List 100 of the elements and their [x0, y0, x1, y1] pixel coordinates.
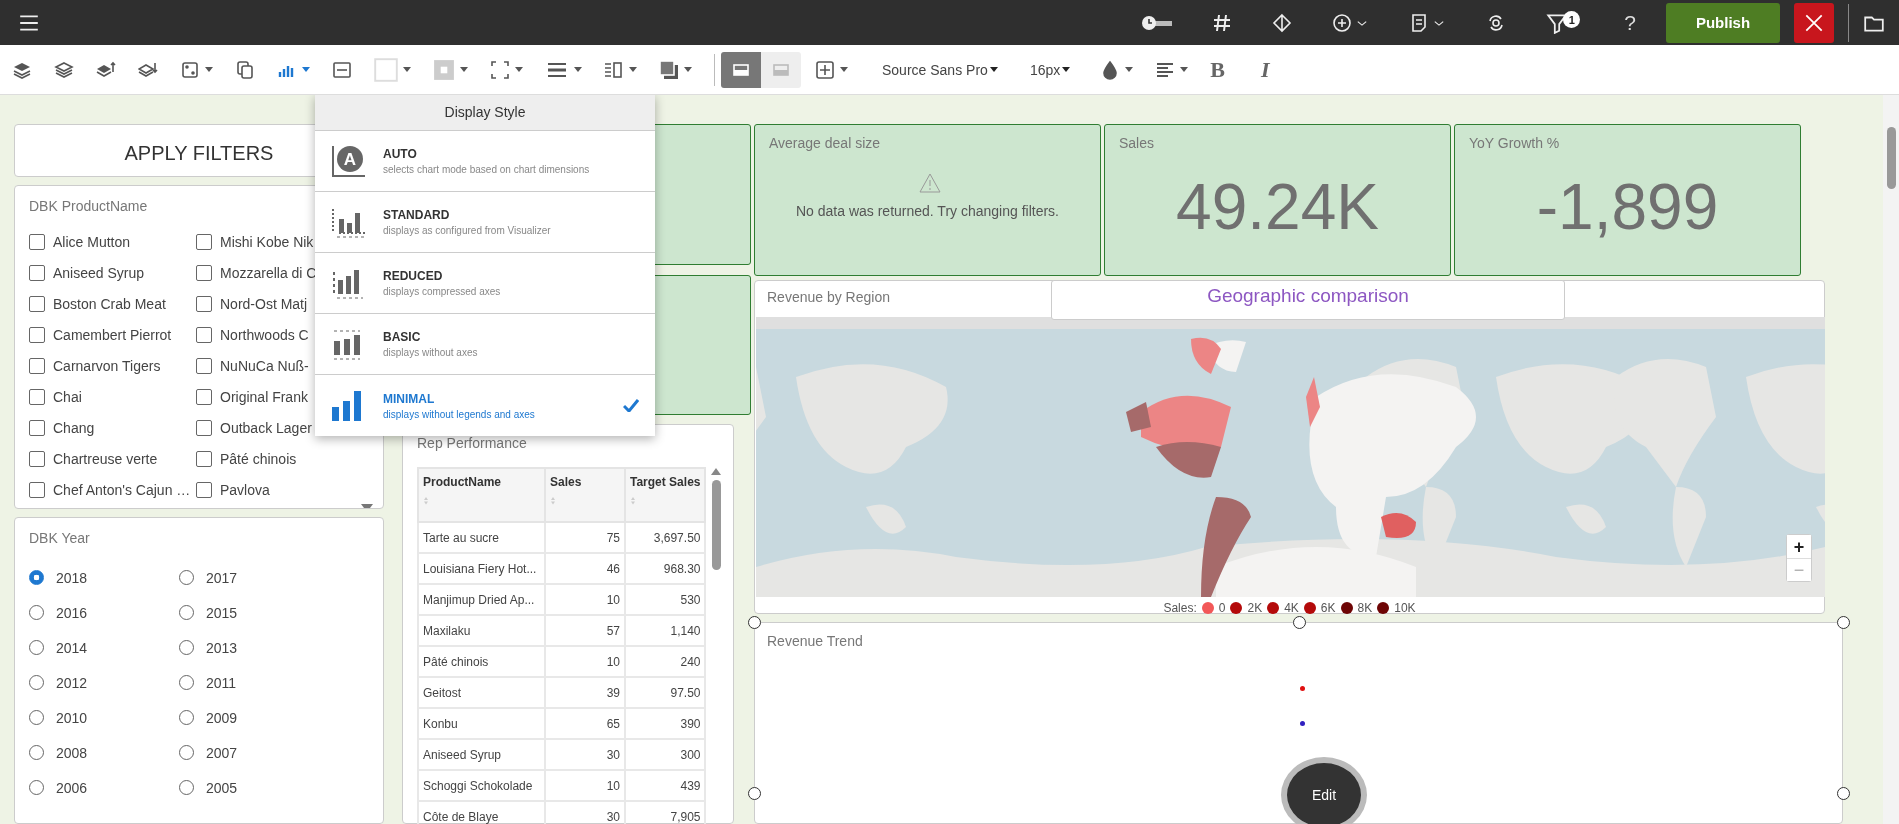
diamond-icon[interactable]	[1272, 12, 1293, 33]
italic-button[interactable]: I	[1261, 56, 1270, 83]
dashed-frame-icon[interactable]	[490, 59, 510, 80]
column-header[interactable]: ProductName	[423, 475, 502, 489]
menu-option[interactable]: REDUCED displays compressed axes	[315, 253, 655, 314]
radio-option[interactable]: 2013	[179, 637, 329, 658]
checkbox[interactable]	[196, 234, 212, 251]
checkbox-option[interactable]: Alice Mutton	[29, 232, 196, 253]
move-icon[interactable]	[815, 59, 835, 80]
checkbox[interactable]	[196, 265, 212, 282]
caret-icon[interactable]	[629, 67, 637, 72]
checkbox-option[interactable]: Boston Crab Meat	[29, 294, 196, 315]
scrollbar-thumb[interactable]	[712, 480, 721, 570]
resize-handle[interactable]	[748, 787, 761, 800]
radio-option[interactable]: 2007	[179, 742, 329, 763]
resize-handle[interactable]	[1837, 616, 1850, 629]
checkbox[interactable]	[29, 327, 45, 344]
checkbox[interactable]	[29, 358, 45, 375]
hash-icon[interactable]	[1212, 12, 1233, 33]
checkbox-option[interactable]: Pâté chinois	[196, 449, 363, 470]
checkbox[interactable]	[29, 420, 45, 437]
menu-option[interactable]: MINIMAL displays without legends and axes	[315, 375, 655, 436]
radio-option[interactable]: 2015	[179, 602, 329, 623]
resize-handle[interactable]	[748, 616, 761, 629]
caret-icon[interactable]	[840, 67, 848, 72]
caret-icon[interactable]	[205, 67, 213, 72]
dice-icon[interactable]	[180, 59, 200, 80]
checkbox[interactable]	[29, 482, 45, 499]
shadow-square-icon[interactable]	[659, 59, 679, 80]
layout-toggle[interactable]	[761, 51, 801, 88]
caret-icon[interactable]	[1125, 67, 1134, 72]
layers-icon[interactable]	[54, 59, 74, 80]
radio-option[interactable]: 2009	[179, 707, 329, 728]
checkbox-option[interactable]: Chef Anton's Cajun …	[29, 480, 196, 501]
bold-button[interactable]: B	[1210, 56, 1226, 83]
checkbox[interactable]	[29, 265, 45, 282]
radio-option[interactable]: 2016	[29, 602, 179, 623]
caret-icon[interactable]	[515, 67, 523, 72]
radio-option[interactable]: 2014	[29, 637, 179, 658]
menu-option[interactable]: A AUTO selects chart mode based on chart dimensions	[315, 131, 655, 192]
table-cell: 30	[606, 747, 620, 762]
plus-circle-icon[interactable]	[1332, 12, 1353, 33]
radio-option[interactable]: 2005	[179, 777, 329, 798]
caret-icon[interactable]	[574, 67, 582, 72]
caret-icon[interactable]	[460, 67, 468, 72]
checkbox[interactable]	[196, 451, 212, 468]
column-header[interactable]: Sales	[550, 475, 582, 489]
radio-option[interactable]: 2011	[179, 672, 329, 693]
table-cell: 390	[680, 716, 701, 731]
radio-option[interactable]: 2018	[29, 567, 179, 588]
radio-option[interactable]: 2017	[179, 567, 329, 588]
help-icon[interactable]: ?	[1624, 10, 1636, 35]
checkbox[interactable]	[196, 420, 212, 437]
checkbox[interactable]	[29, 389, 45, 406]
menu-option[interactable]: BASIC displays without axes	[315, 314, 655, 375]
checkbox[interactable]	[196, 327, 212, 344]
resize-handle[interactable]	[1837, 787, 1850, 800]
resize-handle[interactable]	[1293, 616, 1306, 629]
checkbox[interactable]	[29, 296, 45, 313]
checkbox[interactable]	[29, 234, 45, 251]
caret-icon[interactable]	[403, 67, 411, 72]
menu-option[interactable]: STANDARD displays as configured from Visualizer	[315, 192, 655, 253]
checkbox-option[interactable]: Chang	[29, 418, 196, 439]
caret-icon[interactable]	[684, 67, 692, 72]
checkbox-option[interactable]: Nord-Ost Matj	[196, 294, 363, 315]
scroll-up-icon[interactable]	[711, 468, 721, 475]
layout-toggle[interactable]	[721, 51, 761, 88]
checkbox-option[interactable]: Chartreuse verte	[29, 449, 196, 470]
checkbox-option[interactable]: Aniseed Syrup	[29, 263, 196, 284]
publish-button[interactable]: Publish	[1666, 2, 1780, 43]
copy-icon[interactable]	[235, 59, 255, 80]
checkbox[interactable]	[196, 389, 212, 406]
checkbox[interactable]	[29, 451, 45, 468]
radio-option[interactable]: 2010	[29, 707, 179, 728]
caret-icon[interactable]	[1180, 67, 1189, 72]
radio-option[interactable]: 2008	[29, 742, 179, 763]
checkbox[interactable]	[196, 482, 212, 499]
table-cell: 1,140	[670, 623, 701, 638]
checkbox[interactable]	[196, 358, 212, 375]
font-dropdown[interactable]: Source Sans Pro	[882, 61, 998, 78]
legend-label: 2K	[1247, 601, 1263, 615]
edit-button[interactable]: Edit	[1281, 757, 1367, 824]
checkbox-option[interactable]: Pavlova	[196, 480, 363, 501]
checkbox-option[interactable]: Chai	[29, 387, 196, 408]
radio-button[interactable]	[29, 570, 44, 586]
column-lines-icon[interactable]	[604, 59, 624, 80]
checkbox-option[interactable]: Camembert Pierrot	[29, 325, 196, 346]
minus-square-icon[interactable]	[332, 59, 352, 80]
radio-option[interactable]: 2012	[29, 672, 179, 693]
checkbox-option[interactable]: Mishi Kobe Nik	[196, 232, 363, 253]
font-size-dropdown[interactable]: 16px	[1030, 61, 1071, 78]
card-title: DBK ProductName	[29, 198, 149, 215]
checkbox[interactable]	[196, 296, 212, 313]
scrollbar[interactable]	[1883, 95, 1899, 824]
checkbox-option[interactable]: Carnarvon Tigers	[29, 356, 196, 377]
caret-icon[interactable]	[1062, 67, 1071, 72]
close-button[interactable]	[1794, 2, 1834, 43]
layer-up-icon[interactable]	[96, 59, 116, 80]
radio-option[interactable]: 2006	[29, 777, 179, 798]
caret-icon[interactable]	[989, 67, 998, 72]
